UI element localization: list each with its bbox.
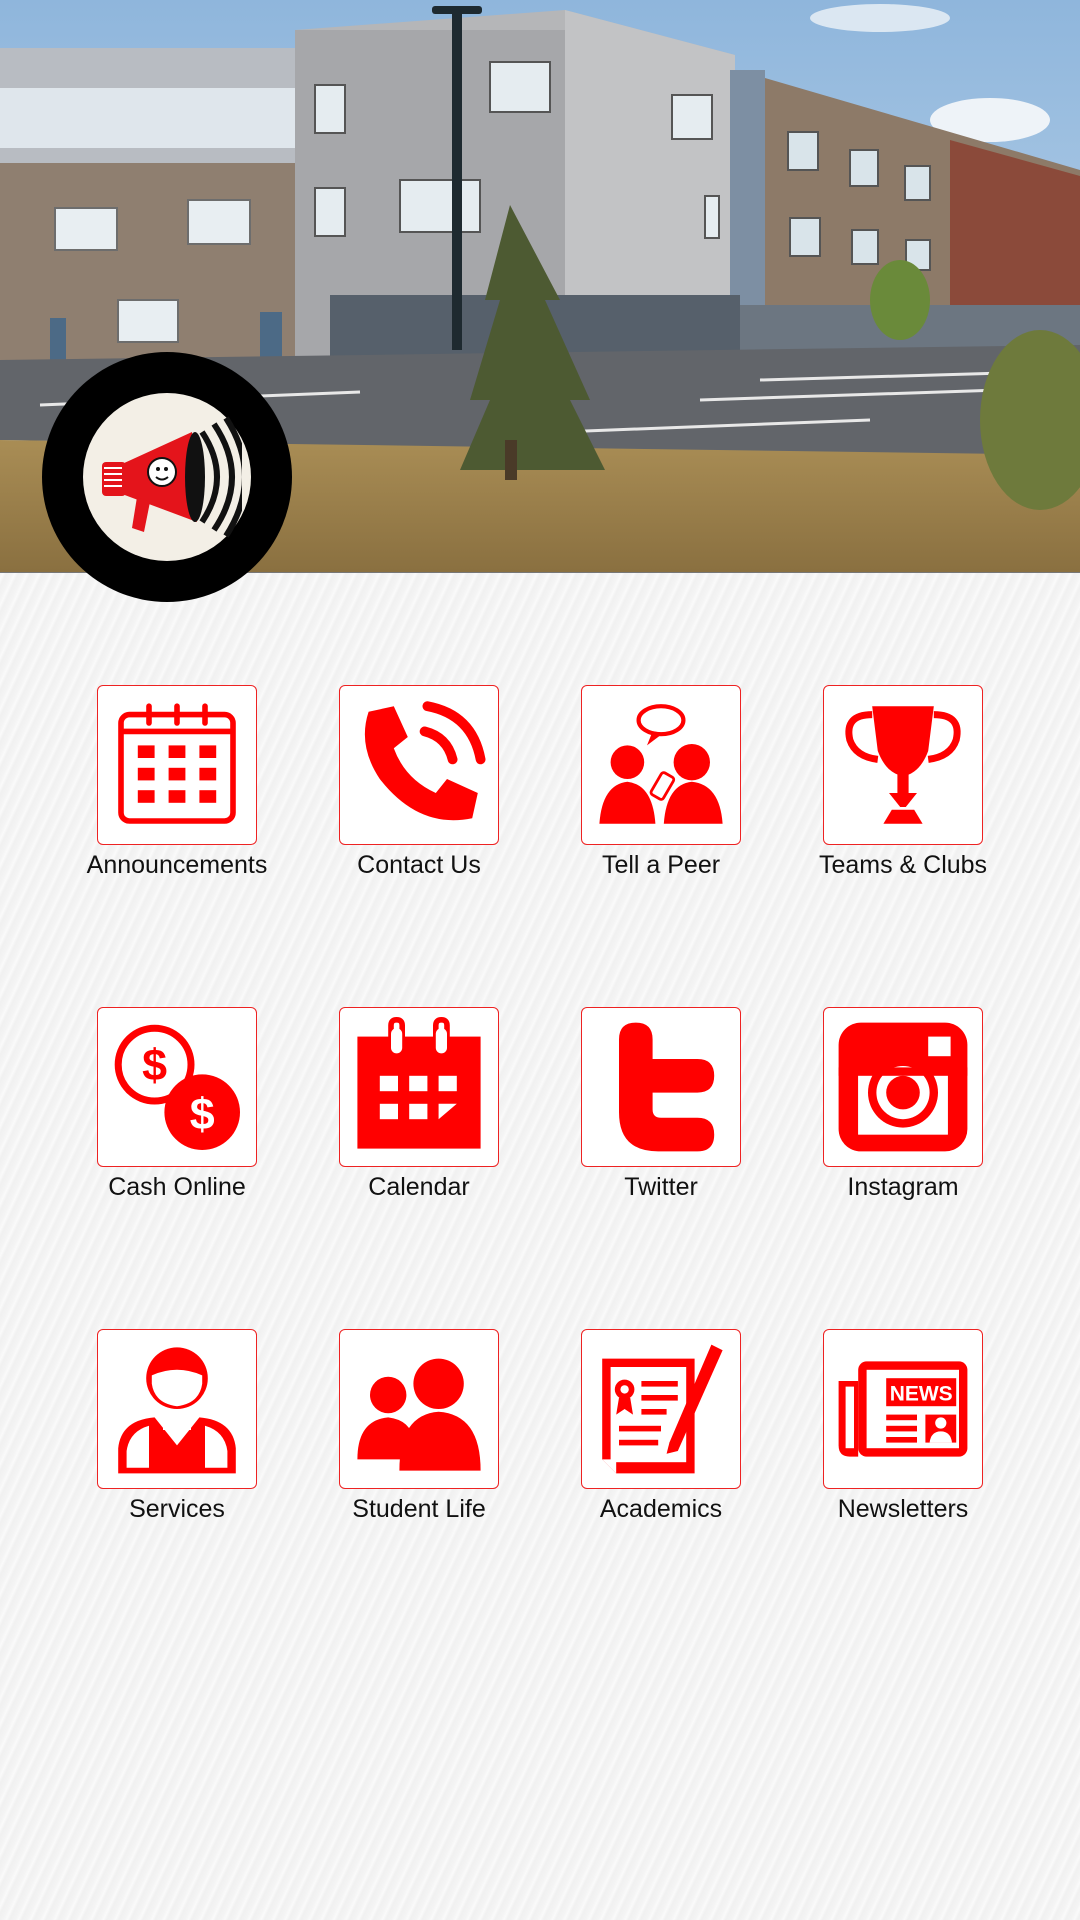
- tile-cash-online[interactable]: $ $ Cash Online: [56, 1007, 298, 1202]
- svg-text:NEWS: NEWS: [890, 1383, 953, 1406]
- instagram-button[interactable]: [823, 1007, 983, 1167]
- cash-online-button[interactable]: $ $: [97, 1007, 257, 1167]
- announcements-button[interactable]: [97, 685, 257, 845]
- contact-us-button[interactable]: [339, 685, 499, 845]
- tile-label: Newsletters: [837, 1495, 969, 1523]
- student-life-button[interactable]: [339, 1329, 499, 1489]
- certificate-icon: [602, 1344, 723, 1474]
- tile-label: Twitter: [624, 1173, 698, 1201]
- svg-text:$: $: [190, 1089, 215, 1139]
- tile-announcements[interactable]: Announcements: [56, 685, 298, 880]
- group-icon: [357, 1358, 481, 1471]
- dollar-coins-icon: $ $: [114, 1024, 240, 1150]
- newsletters-button[interactable]: NEWS: [823, 1329, 983, 1489]
- tile-newsletters[interactable]: NEWS Newsletters: [782, 1329, 1024, 1524]
- services-button[interactable]: [97, 1329, 257, 1489]
- tile-academics[interactable]: Academics: [540, 1329, 782, 1524]
- tile-label: Announcements: [86, 851, 268, 879]
- instagram-icon: [838, 1022, 968, 1152]
- newspaper-icon: NEWS: [838, 1361, 968, 1457]
- people-chat-icon: [599, 704, 723, 824]
- tell-a-peer-button[interactable]: [581, 685, 741, 845]
- tile-label: Instagram: [847, 1173, 959, 1201]
- tile-label: Teams & Clubs: [818, 851, 988, 879]
- tile-twitter[interactable]: Twitter: [540, 1007, 782, 1202]
- tile-teams-clubs[interactable]: Teams & Clubs: [782, 685, 1024, 880]
- tile-tell-a-peer[interactable]: Tell a Peer: [540, 685, 782, 880]
- twitter-icon: [619, 1022, 715, 1152]
- app-logo[interactable]: [42, 352, 292, 602]
- tile-label: Tell a Peer: [601, 851, 721, 879]
- calendar-button[interactable]: [339, 1007, 499, 1167]
- phone-icon: [364, 701, 486, 821]
- tile-services[interactable]: Services: [56, 1329, 298, 1524]
- calendar-icon: [357, 1017, 481, 1149]
- tile-label: Cash Online: [108, 1173, 246, 1201]
- tile-label: Academics: [599, 1495, 723, 1523]
- tile-label: Calendar: [368, 1173, 470, 1201]
- twitter-button[interactable]: [581, 1007, 741, 1167]
- svg-text:$: $: [142, 1040, 167, 1090]
- tile-label: Services: [129, 1495, 225, 1523]
- tile-contact-us[interactable]: Contact Us: [298, 685, 540, 880]
- tile-label: Contact Us: [357, 851, 481, 879]
- server-person-icon: [118, 1347, 236, 1474]
- calendar-grid-icon: [118, 703, 236, 824]
- trophy-icon: [845, 706, 961, 824]
- megaphone-icon: [102, 416, 242, 538]
- tile-instagram[interactable]: Instagram: [782, 1007, 1024, 1202]
- academics-button[interactable]: [581, 1329, 741, 1489]
- tile-calendar[interactable]: Calendar: [298, 1007, 540, 1202]
- tile-student-life[interactable]: Student Life: [298, 1329, 540, 1524]
- tile-label: Student Life: [352, 1495, 486, 1523]
- teams-clubs-button[interactable]: [823, 685, 983, 845]
